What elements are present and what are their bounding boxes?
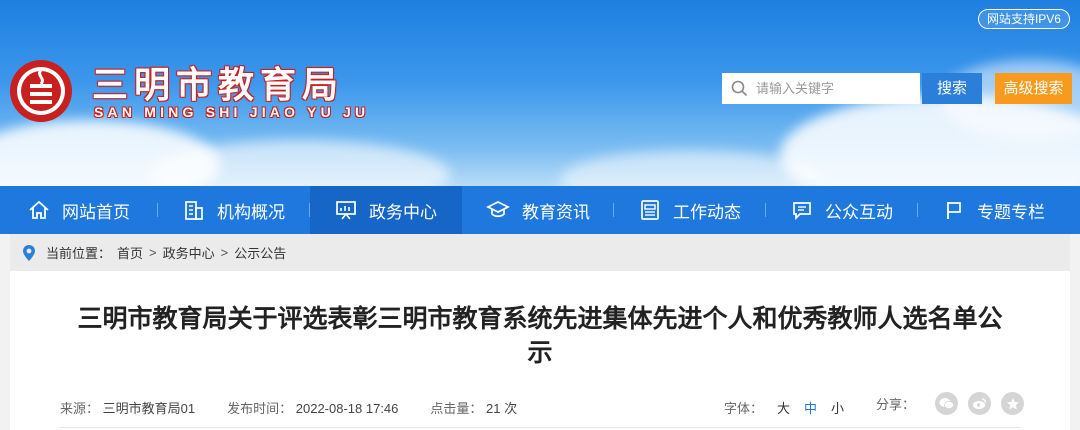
nav-item-government-center[interactable]: 政务中心 <box>310 186 462 234</box>
nav-item-special-topics[interactable]: 专题专栏 <box>918 186 1070 234</box>
nav-item-label: 机构概况 <box>217 202 285 222</box>
graduation-cap-icon <box>486 201 510 218</box>
nav-item-label: 教育资讯 <box>522 202 590 222</box>
weibo-icon <box>973 398 987 409</box>
location-pin-icon <box>23 244 35 261</box>
star-icon <box>1006 397 1019 409</box>
meta-source-value: 三明市教育局01 <box>102 401 196 416</box>
nav-item-work-updates[interactable]: 工作动态 <box>614 186 766 234</box>
newspaper-icon <box>641 200 659 220</box>
article-title: 三明市教育局关于评选表彰三明市教育系统先进集体先进个人和优秀教师人选名单公示 <box>77 305 1003 367</box>
nav-item-home[interactable]: 网站首页 <box>0 186 158 234</box>
search-input[interactable] <box>756 81 906 96</box>
nav-item-education-news[interactable]: 教育资讯 <box>462 186 614 234</box>
breadcrumb-link-home[interactable]: 首页 <box>117 243 143 262</box>
wechat-share-button[interactable] <box>935 392 959 415</box>
nav-item-label: 专题专栏 <box>977 202 1045 222</box>
search-button[interactable]: 搜索 <box>922 73 982 104</box>
site-logo[interactable] <box>8 58 74 124</box>
search-icon <box>731 80 748 97</box>
main-nav: 网站首页 机构概况 政务中心 教育资讯 工作动态 公众互动 专题专栏 <box>0 186 1080 234</box>
building-icon <box>185 201 203 220</box>
nav-item-label: 工作动态 <box>673 202 741 222</box>
breadcrumb-link-government-center[interactable]: 政务中心 <box>163 243 215 262</box>
weibo-share-button[interactable] <box>968 392 992 415</box>
nav-item-organization[interactable]: 机构概况 <box>158 186 310 234</box>
font-size-label: 字体： <box>724 401 764 416</box>
meta-publish-time: 发布时间： 2022-08-18 17:46 <box>227 398 398 417</box>
nav-item-public-interaction[interactable]: 公众互动 <box>766 186 918 234</box>
meta-views-label: 点击量： <box>430 401 483 416</box>
share-bar: 分享： <box>876 392 1025 415</box>
chat-icon <box>793 202 811 221</box>
breadcrumb-link-announcements[interactable]: 公示公告 <box>234 243 286 262</box>
nav-item-label: 网站首页 <box>62 202 130 222</box>
font-size-small-button[interactable]: 小 <box>831 398 844 417</box>
favorite-share-button[interactable] <box>1001 392 1025 415</box>
meta-time-value: 2022-08-18 17:46 <box>295 401 399 416</box>
presentation-icon <box>336 201 356 220</box>
flag-icon <box>947 202 961 219</box>
meta-time-label: 发布时间： <box>227 401 293 416</box>
breadcrumb-prefix: 当前位置： <box>46 246 112 261</box>
meta-divider <box>60 427 1020 428</box>
site-subtitle: SAN MING SHI JIAO YU JU <box>94 104 370 120</box>
font-size-control: 字体： 大 中 小 <box>724 398 844 417</box>
search-box[interactable] <box>722 73 920 104</box>
nav-item-label: 政务中心 <box>369 202 437 222</box>
home-icon <box>29 200 49 219</box>
header-banner: 网站支持IPV6 三明市教育局 SAN MING SHI JIAO YU JU … <box>0 0 1080 186</box>
ipv6-badge: 网站支持IPV6 <box>977 9 1070 29</box>
advanced-search-button[interactable]: 高级搜索 <box>995 73 1072 104</box>
meta-source-label: 来源： <box>60 401 100 416</box>
font-size-medium-button[interactable]: 中 <box>804 398 817 417</box>
font-size-large-button[interactable]: 大 <box>777 398 790 417</box>
meta-views-value: 21 次 <box>486 401 518 416</box>
site-title: 三明市教育局 <box>92 64 345 105</box>
article-meta: 来源： 三明市教育局01 发布时间： 2022-08-18 17:46 点击量：… <box>60 398 549 417</box>
wechat-icon <box>939 398 954 409</box>
breadcrumb: 当前位置： 首页 > 政务中心 > 公示公告 <box>10 234 1070 271</box>
nav-item-label: 公众互动 <box>825 202 893 222</box>
breadcrumb-separator: > <box>220 245 229 260</box>
meta-source: 来源： 三明市教育局01 <box>60 398 195 417</box>
breadcrumb-separator: > <box>149 245 157 260</box>
meta-views: 点击量： 21 次 <box>430 398 517 417</box>
article-panel: 三明市教育局关于评选表彰三明市教育系统先进集体先进个人和优秀教师人选名单公示 来… <box>10 271 1070 430</box>
share-label: 分享： <box>876 397 916 412</box>
